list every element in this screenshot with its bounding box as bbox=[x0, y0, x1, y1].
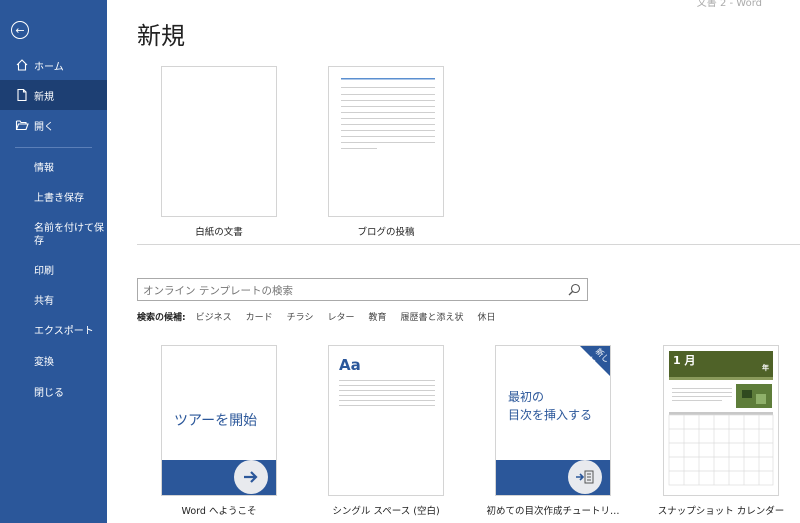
sidebar-item-print[interactable]: 印刷 bbox=[34, 265, 104, 278]
suggestion-link[interactable]: カード bbox=[246, 310, 273, 323]
blog-preview bbox=[341, 78, 435, 149]
suggestion-link[interactable]: チラシ bbox=[287, 310, 314, 323]
sidebar-item-info[interactable]: 情報 bbox=[34, 162, 104, 175]
open-folder-icon bbox=[15, 120, 29, 131]
tile-text: ツアーを開始 bbox=[174, 413, 258, 429]
template-label: スナップショット カレンダー bbox=[657, 506, 785, 517]
arrow-right-icon bbox=[234, 460, 268, 494]
sidebar-item-label: 開く bbox=[34, 121, 54, 133]
sidebar-item-new[interactable]: 新規 bbox=[0, 80, 107, 110]
template-search-box[interactable] bbox=[137, 278, 588, 302]
template-label: シングル スペース (空白) bbox=[332, 506, 440, 517]
sidebar-item-label: ホーム bbox=[34, 61, 64, 73]
sidebar-item-share[interactable]: 共有 bbox=[34, 295, 104, 308]
suggestion-link[interactable]: レター bbox=[327, 310, 354, 323]
template-blog-post[interactable] bbox=[328, 66, 444, 217]
back-arrow-icon[interactable]: ← bbox=[11, 21, 29, 39]
template-single-spaced[interactable]: Aa bbox=[328, 345, 444, 496]
search-input[interactable] bbox=[138, 280, 563, 302]
backstage-sidebar: ← ホーム 新規 開く 情報 上書き保存 名前を付けて保存 印刷 共有 エクスポ… bbox=[0, 0, 107, 523]
home-icon bbox=[16, 59, 28, 71]
search-suggestions: 検索の候補: ビジネス カード チラシ レター 教育 履歴書と添え状 休日 bbox=[137, 310, 496, 323]
sidebar-item-save[interactable]: 上書き保存 bbox=[34, 192, 104, 205]
template-label: Word へようこそ bbox=[181, 506, 257, 517]
template-blank-document[interactable] bbox=[161, 66, 277, 217]
template-label: 白紙の文書 bbox=[195, 227, 243, 238]
window-title: 文書 2 - Word bbox=[696, 0, 762, 9]
sidebar-item-save-as[interactable]: 名前を付けて保存 bbox=[34, 222, 104, 248]
calendar-preview bbox=[668, 384, 774, 486]
template-welcome-to-word[interactable]: ツアーを開始 bbox=[161, 345, 277, 496]
section-divider bbox=[137, 244, 800, 245]
suggestion-link[interactable]: 教育 bbox=[368, 310, 386, 323]
search-icon[interactable] bbox=[568, 283, 581, 296]
sidebar-item-transform[interactable]: 変換 bbox=[34, 356, 104, 369]
suggestion-link[interactable]: ビジネス bbox=[196, 310, 232, 323]
template-label: ブログの投稿 bbox=[357, 227, 415, 238]
template-snapshot-calendar[interactable]: 1 月 年 bbox=[663, 345, 779, 496]
new-document-icon bbox=[17, 88, 27, 102]
sidebar-item-label: 新規 bbox=[34, 91, 54, 103]
page-title: 新規 bbox=[137, 22, 185, 50]
template-label: 初めての目次作成チュートリ… bbox=[486, 506, 620, 517]
template-toc-tutorial[interactable]: 新しい 最初の 目次を挿入する bbox=[495, 345, 611, 496]
sidebar-item-open[interactable]: 開く bbox=[0, 110, 107, 140]
text-lines-preview bbox=[339, 380, 435, 406]
tile-text: 最初の bbox=[508, 390, 545, 404]
suggestion-link[interactable]: 休日 bbox=[478, 310, 496, 323]
sidebar-item-close[interactable]: 閉じる bbox=[34, 387, 104, 400]
sidebar-divider bbox=[15, 147, 92, 148]
insert-toc-icon bbox=[568, 460, 602, 494]
suggestion-link[interactable]: 履歴書と添え状 bbox=[401, 310, 464, 323]
sidebar-item-home[interactable]: ホーム bbox=[0, 50, 107, 80]
sidebar-item-export[interactable]: エクスポート bbox=[34, 325, 104, 338]
suggestions-label: 検索の候補: bbox=[137, 313, 186, 323]
tile-text: 目次を挿入する bbox=[508, 408, 593, 422]
